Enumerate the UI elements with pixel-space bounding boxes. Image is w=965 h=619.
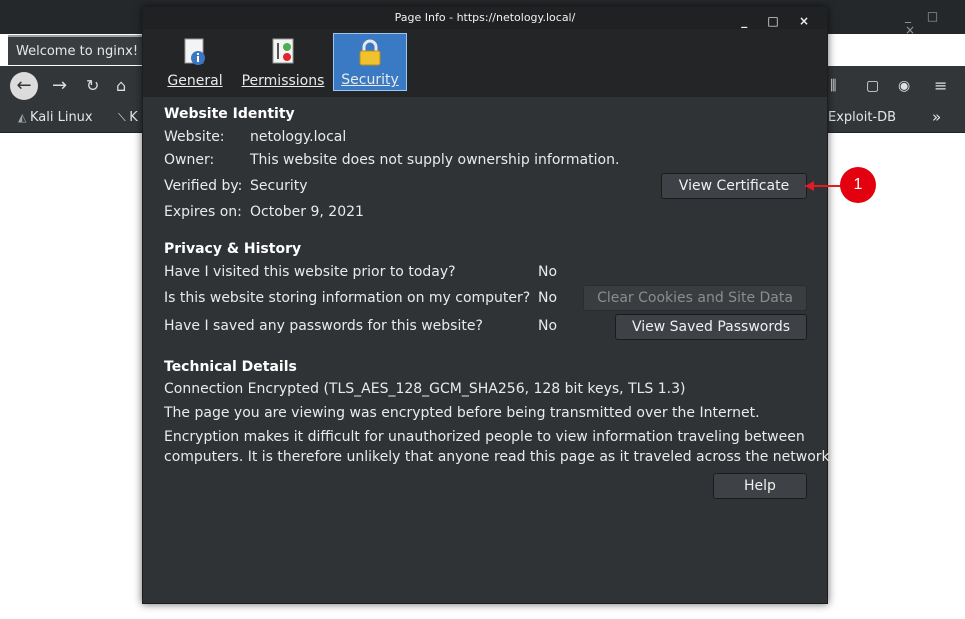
- passwords-question: Have I saved any passwords for this webs…: [164, 318, 483, 334]
- page-info-dialog: Page Info - https://netology.local/ _ □ …: [142, 6, 834, 604]
- info-icon: [182, 37, 208, 71]
- extension-icon[interactable]: ◉: [898, 78, 910, 94]
- bookmark-k[interactable]: ⟍ K: [118, 110, 138, 125]
- tab-general-label: General: [167, 73, 223, 89]
- browser-window-controls[interactable]: _ □ ×: [905, 9, 965, 37]
- owner-value: This website does not supply ownership i…: [250, 152, 620, 168]
- menu-icon[interactable]: ≡: [934, 76, 947, 95]
- back-arrow-icon[interactable]: ←: [10, 72, 38, 100]
- tab-security-label: Security: [341, 72, 399, 88]
- permissions-icon: [270, 37, 296, 71]
- view-saved-passwords-button[interactable]: View Saved Passwords: [615, 314, 807, 340]
- view-certificate-button[interactable]: View Certificate: [661, 173, 807, 199]
- sidebar-icon[interactable]: ▢: [866, 78, 879, 94]
- website-label: Website:: [164, 129, 225, 145]
- dialog-tabbar: General Permissions Security: [143, 29, 827, 97]
- tab-security[interactable]: Security: [333, 33, 407, 91]
- verified-by-value: Security: [250, 178, 308, 194]
- verified-by-label: Verified by:: [164, 178, 243, 194]
- technical-details-heading: Technical Details: [164, 359, 297, 375]
- annotation-badge: 1: [840, 167, 876, 203]
- kali-icon: ◭: [18, 111, 30, 124]
- visited-question: Have I visited this website prior to tod…: [164, 264, 456, 280]
- owner-label: Owner:: [164, 152, 215, 168]
- browser-tab[interactable]: Welcome to nginx!: [8, 35, 142, 65]
- dialog-title: Page Info - https://netology.local/: [394, 11, 576, 24]
- expires-on-value: October 9, 2021: [250, 204, 364, 220]
- website-identity-heading: Website Identity: [164, 106, 295, 122]
- bookmark-label: Kali Linux: [29, 110, 93, 125]
- encryption-explanation-line2: computers. It is therefore unlikely that…: [164, 449, 835, 465]
- website-value: netology.local: [250, 129, 347, 145]
- library-icon[interactable]: ⫼: [830, 78, 836, 94]
- home-icon[interactable]: ⌂: [116, 76, 126, 95]
- encryption-explanation-line1: Encryption makes it difficult for unauth…: [164, 429, 805, 445]
- dialog-titlebar: Page Info - https://netology.local/ _ □ …: [143, 7, 827, 29]
- help-button[interactable]: Help: [713, 473, 807, 499]
- storing-answer: No: [538, 290, 558, 306]
- bookmark-kali-linux[interactable]: ◭ Kali Linux: [18, 110, 93, 125]
- connection-encrypted-text: Connection Encrypted (TLS_AES_128_GCM_SH…: [164, 381, 686, 397]
- annotation-arrowhead: [805, 181, 814, 191]
- clear-cookies-button[interactable]: Clear Cookies and Site Data: [583, 285, 807, 311]
- dragon-icon: ⟍: [118, 111, 130, 124]
- lock-icon: [357, 38, 383, 72]
- tab-permissions[interactable]: Permissions: [237, 33, 329, 91]
- tab-permissions-label: Permissions: [241, 73, 325, 89]
- expires-on-label: Expires on:: [164, 204, 242, 220]
- encrypted-transmission-text: The page you are viewing was encrypted b…: [164, 405, 760, 421]
- forward-arrow-icon[interactable]: →: [52, 75, 67, 96]
- bookmark-exploit-db[interactable]: Exploit-DB: [828, 110, 896, 125]
- visited-answer: No: [538, 264, 558, 280]
- bookmark-label: K: [129, 110, 138, 125]
- privacy-history-heading: Privacy & History: [164, 241, 302, 257]
- storing-question: Is this website storing information on m…: [164, 290, 531, 306]
- passwords-answer: No: [538, 318, 558, 334]
- chevron-right-icon[interactable]: »: [932, 108, 941, 126]
- reload-icon[interactable]: ↻: [86, 76, 99, 95]
- tab-general[interactable]: General: [165, 33, 225, 91]
